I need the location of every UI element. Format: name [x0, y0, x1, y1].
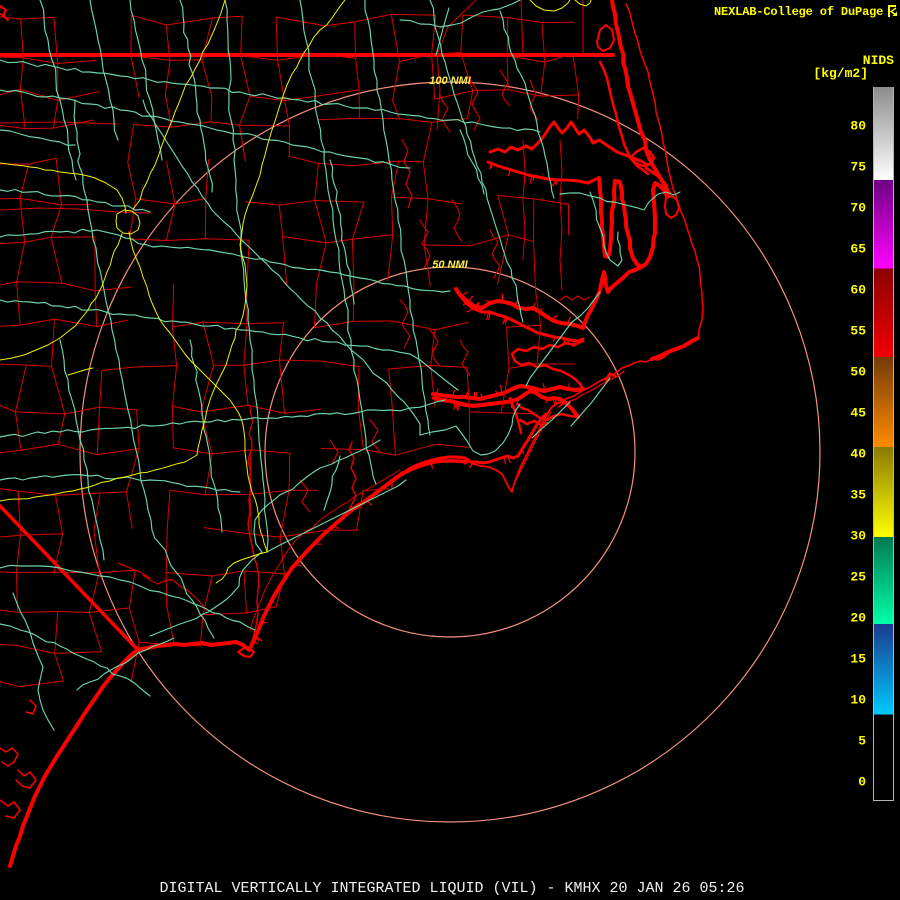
svg-text:60: 60 [850, 283, 866, 298]
svg-text:70: 70 [850, 201, 866, 216]
svg-text:NEXLAB-College of DuPage: NEXLAB-College of DuPage [714, 5, 883, 19]
svg-text:35: 35 [850, 488, 866, 503]
svg-text:20: 20 [850, 611, 866, 626]
svg-text:50 NMI: 50 NMI [432, 259, 468, 271]
svg-text:75: 75 [850, 160, 866, 175]
svg-text:0: 0 [858, 775, 866, 790]
svg-text:45: 45 [850, 406, 866, 421]
svg-text:50: 50 [850, 365, 866, 380]
svg-text:30: 30 [850, 529, 866, 544]
svg-text:5: 5 [858, 734, 866, 749]
svg-text:15: 15 [850, 652, 866, 667]
svg-text:55: 55 [850, 324, 866, 339]
svg-text:[kg/m2]: [kg/m2] [813, 66, 868, 81]
svg-text:40: 40 [850, 447, 866, 462]
svg-text:100 NMI: 100 NMI [429, 75, 472, 87]
svg-text:DIGITAL VERTICALLY INTEGRATED: DIGITAL VERTICALLY INTEGRATED LIQUID (VI… [159, 880, 744, 897]
svg-text:25: 25 [850, 570, 866, 585]
svg-text:80: 80 [850, 119, 866, 134]
svg-text:10: 10 [850, 693, 866, 708]
svg-text:65: 65 [850, 242, 866, 257]
